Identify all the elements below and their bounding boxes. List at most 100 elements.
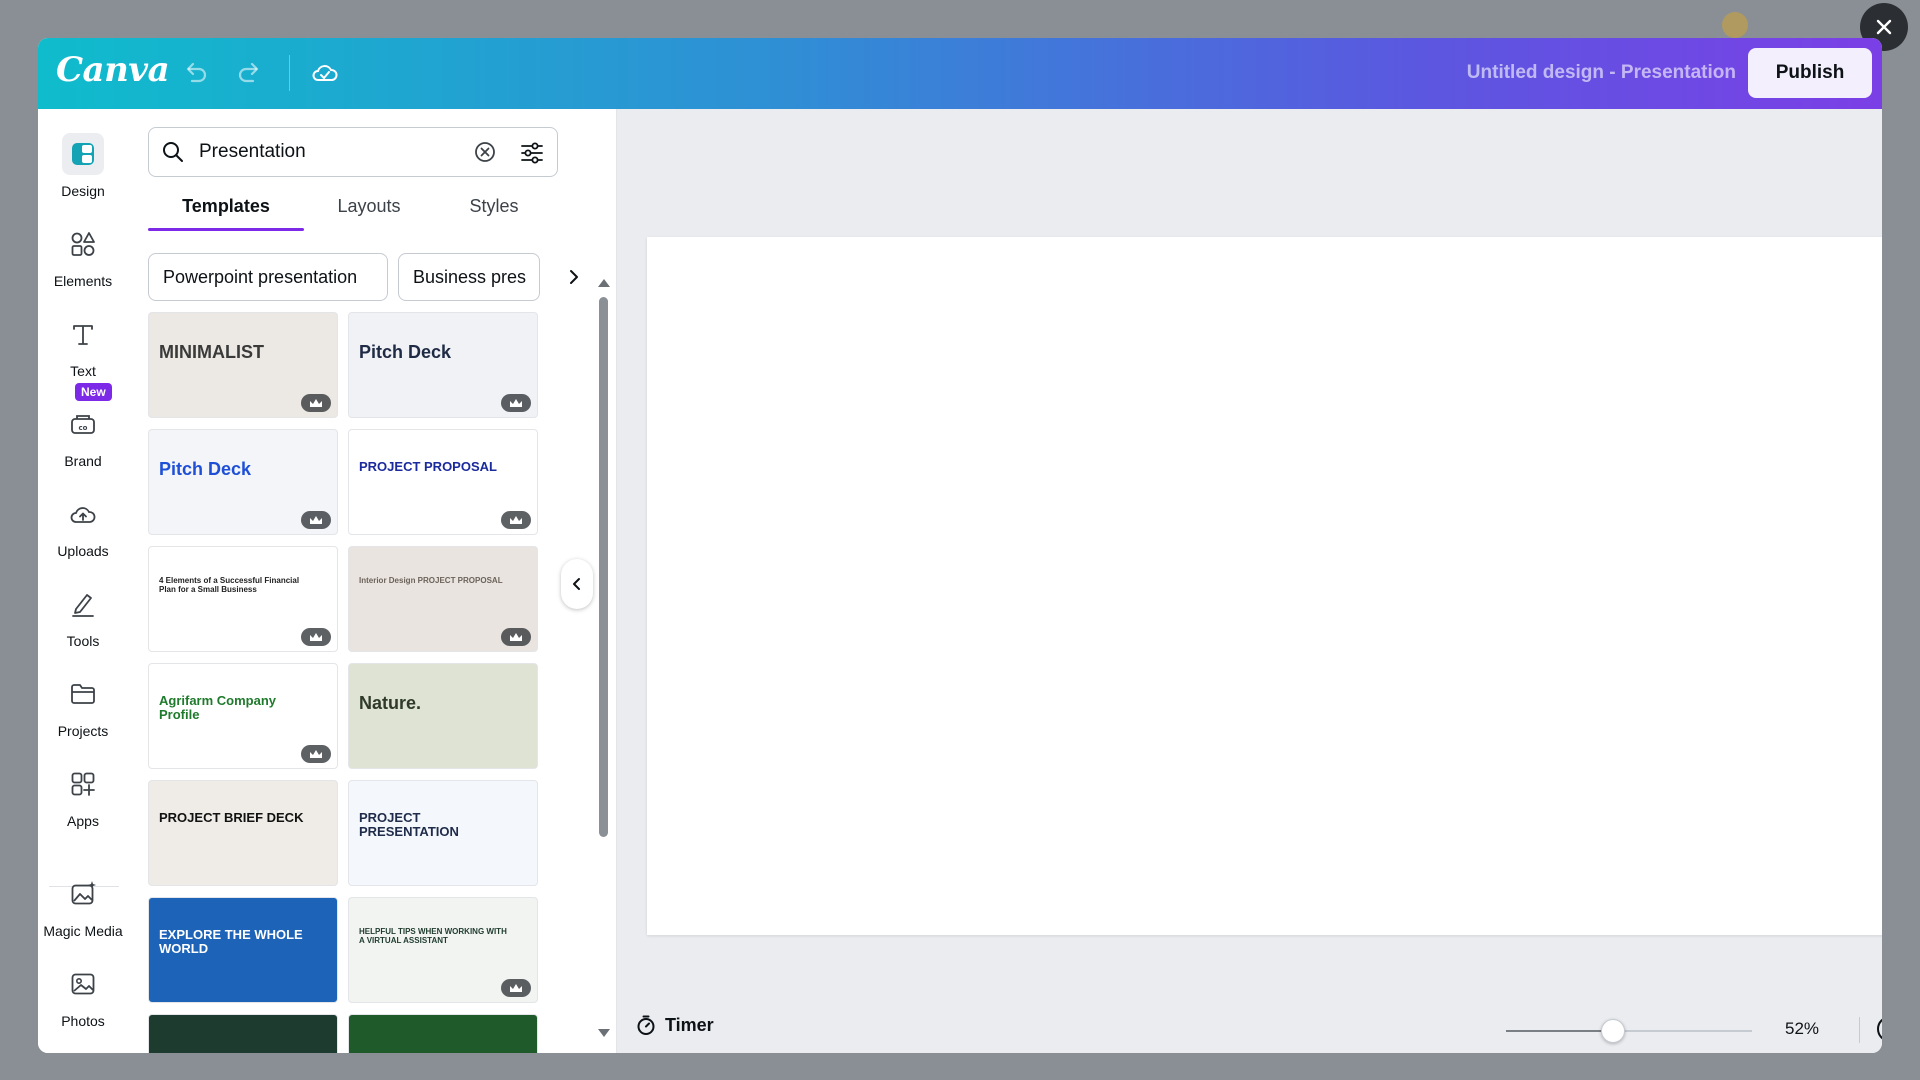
- template-card[interactable]: Pitch Deck: [348, 312, 538, 418]
- premium-crown-icon: [301, 745, 331, 763]
- document-title[interactable]: Untitled design - Presentation: [1467, 62, 1736, 84]
- scroll-up-arrow[interactable]: [598, 279, 610, 287]
- template-card[interactable]: Nature.: [348, 663, 538, 769]
- premium-crown-icon: [301, 511, 331, 529]
- template-title: 4 Elements of a Successful Financial Pla…: [159, 576, 300, 594]
- template-card[interactable]: [348, 1014, 538, 1053]
- rail-item-photos[interactable]: Photos: [38, 969, 128, 1049]
- search-input[interactable]: [197, 137, 461, 167]
- zoom-level[interactable]: 52%: [1785, 1019, 1819, 1039]
- tab-templates[interactable]: Templates: [148, 191, 304, 231]
- template-search-box[interactable]: [148, 127, 558, 177]
- canva-logo[interactable]: Canva: [56, 50, 170, 90]
- rail-item-elements[interactable]: Elements: [38, 229, 128, 309]
- editor-header: Canva Untitled design - Presentation Pub…: [38, 38, 1882, 109]
- chevron-right-icon[interactable]: [566, 269, 582, 285]
- rail-item-apps[interactable]: Apps: [38, 769, 128, 849]
- template-card[interactable]: PROJECT PROPOSAL: [348, 429, 538, 535]
- presentation-page[interactable]: [647, 237, 1882, 935]
- design-icon: [72, 143, 94, 165]
- magic-media-icon: [71, 881, 96, 905]
- template-title: MINIMALIST: [159, 342, 264, 362]
- rail-item-magic-media[interactable]: Magic Media: [38, 879, 128, 959]
- text-icon: [73, 325, 93, 345]
- rail-label: Uploads: [57, 543, 109, 559]
- rail-item-brand[interactable]: New co Brand: [38, 383, 128, 489]
- redo-icon[interactable]: [235, 58, 265, 88]
- premium-crown-icon: [501, 628, 531, 646]
- rail-label: Photos: [61, 1013, 105, 1029]
- zoom-slider-fill: [1506, 1030, 1612, 1032]
- timer-icon: [637, 1015, 655, 1035]
- toolbar-divider: [289, 55, 290, 91]
- premium-crown-icon: [301, 628, 331, 646]
- svg-text:co: co: [79, 424, 88, 432]
- rail-label: Text: [70, 363, 96, 379]
- rail-item-tools[interactable]: Tools: [38, 589, 128, 669]
- chevron-left-icon: [573, 578, 580, 590]
- tab-styles[interactable]: Styles: [434, 191, 554, 231]
- rail-item-uploads[interactable]: Uploads: [38, 499, 128, 579]
- canvas-footer: Timer 52% ?: [617, 1005, 1882, 1053]
- help-button[interactable]: ?: [1877, 1016, 1882, 1042]
- template-title: PROJECT BRIEF DECK: [159, 810, 304, 825]
- premium-crown-icon: [501, 394, 531, 412]
- template-title: EXPLORE THE WHOLE WORLD: [159, 927, 303, 957]
- timer-label: Timer: [665, 1014, 714, 1035]
- rail-label: Design: [61, 183, 105, 199]
- rail-label: Magic Media: [43, 923, 123, 939]
- template-card[interactable]: [148, 1014, 338, 1053]
- template-card[interactable]: 4 Elements of a Successful Financial Pla…: [148, 546, 338, 652]
- canvas-workspace: Timer 52% ?: [617, 109, 1882, 1053]
- brand-icon: co: [71, 415, 95, 434]
- rail-label: Brand: [64, 453, 102, 469]
- template-card[interactable]: PROJECT PRESENTATION: [348, 780, 538, 886]
- panel-scrollbar[interactable]: [598, 279, 610, 1039]
- folder-icon: [71, 684, 95, 704]
- zoom-slider-handle[interactable]: [1600, 1019, 1625, 1043]
- scrollbar-thumb[interactable]: [599, 297, 608, 837]
- template-title: Nature.: [359, 693, 422, 713]
- tab-layouts[interactable]: Layouts: [304, 191, 434, 231]
- rail-item-projects[interactable]: Projects: [38, 679, 128, 759]
- undo-icon[interactable]: [180, 58, 210, 88]
- chip-business-presentation[interactable]: Business pres: [398, 253, 540, 301]
- template-title: Pitch Deck: [159, 459, 252, 479]
- rail-item-design[interactable]: Design: [38, 133, 128, 219]
- template-card[interactable]: HELPFUL TIPS WHEN WORKING WITH A VIRTUAL…: [348, 897, 538, 1003]
- collapse-panel-button[interactable]: [561, 559, 593, 609]
- new-badge: New: [75, 383, 112, 401]
- template-card[interactable]: Interior Design PROJECT PROPOSAL: [348, 546, 538, 652]
- template-title: Agrifarm Company Profile: [159, 693, 277, 723]
- premium-crown-icon: [501, 979, 531, 997]
- active-tab-indicator: [148, 228, 304, 231]
- template-title: HELPFUL TIPS WHEN WORKING WITH A VIRTUAL…: [359, 927, 507, 945]
- publish-button[interactable]: Publish: [1748, 48, 1872, 98]
- filter-icon[interactable]: [519, 140, 545, 166]
- premium-crown-icon: [301, 394, 331, 412]
- template-title: PROJECT PRESENTATION: [359, 810, 459, 840]
- template-card[interactable]: Pitch Deck: [148, 429, 338, 535]
- background-avatar: [1722, 12, 1748, 38]
- template-card[interactable]: MINIMALIST: [148, 312, 338, 418]
- footer-divider: [1859, 1017, 1860, 1043]
- template-card[interactable]: EXPLORE THE WHOLE WORLD: [148, 897, 338, 1003]
- rail-label: Tools: [66, 633, 100, 649]
- chip-powerpoint-presentation[interactable]: Powerpoint presentation: [148, 253, 388, 301]
- apps-icon: [71, 772, 95, 796]
- pen-tool-icon: [72, 594, 94, 617]
- cloud-saved-icon[interactable]: [310, 58, 340, 88]
- search-icon: [163, 142, 183, 162]
- side-navigation: Design Elements Text New co Brand Upload…: [38, 109, 128, 1053]
- scroll-down-arrow[interactable]: [598, 1029, 610, 1037]
- timer-button[interactable]: Timer: [635, 1014, 714, 1036]
- close-icon: [1876, 19, 1892, 35]
- panel-tabs: Templates Layouts Styles: [148, 191, 556, 231]
- zoom-slider[interactable]: [1506, 1019, 1752, 1043]
- elements-icon: [71, 232, 95, 256]
- template-title: Interior Design PROJECT PROPOSAL: [359, 576, 503, 585]
- clear-search-icon[interactable]: [474, 141, 496, 163]
- template-card[interactable]: Agrifarm Company Profile: [148, 663, 338, 769]
- template-grid: MINIMALIST Pitch Deck Pitch Deck PROJECT PR…: [148, 312, 550, 1053]
- template-card[interactable]: PROJECT BRIEF DECK: [148, 780, 338, 886]
